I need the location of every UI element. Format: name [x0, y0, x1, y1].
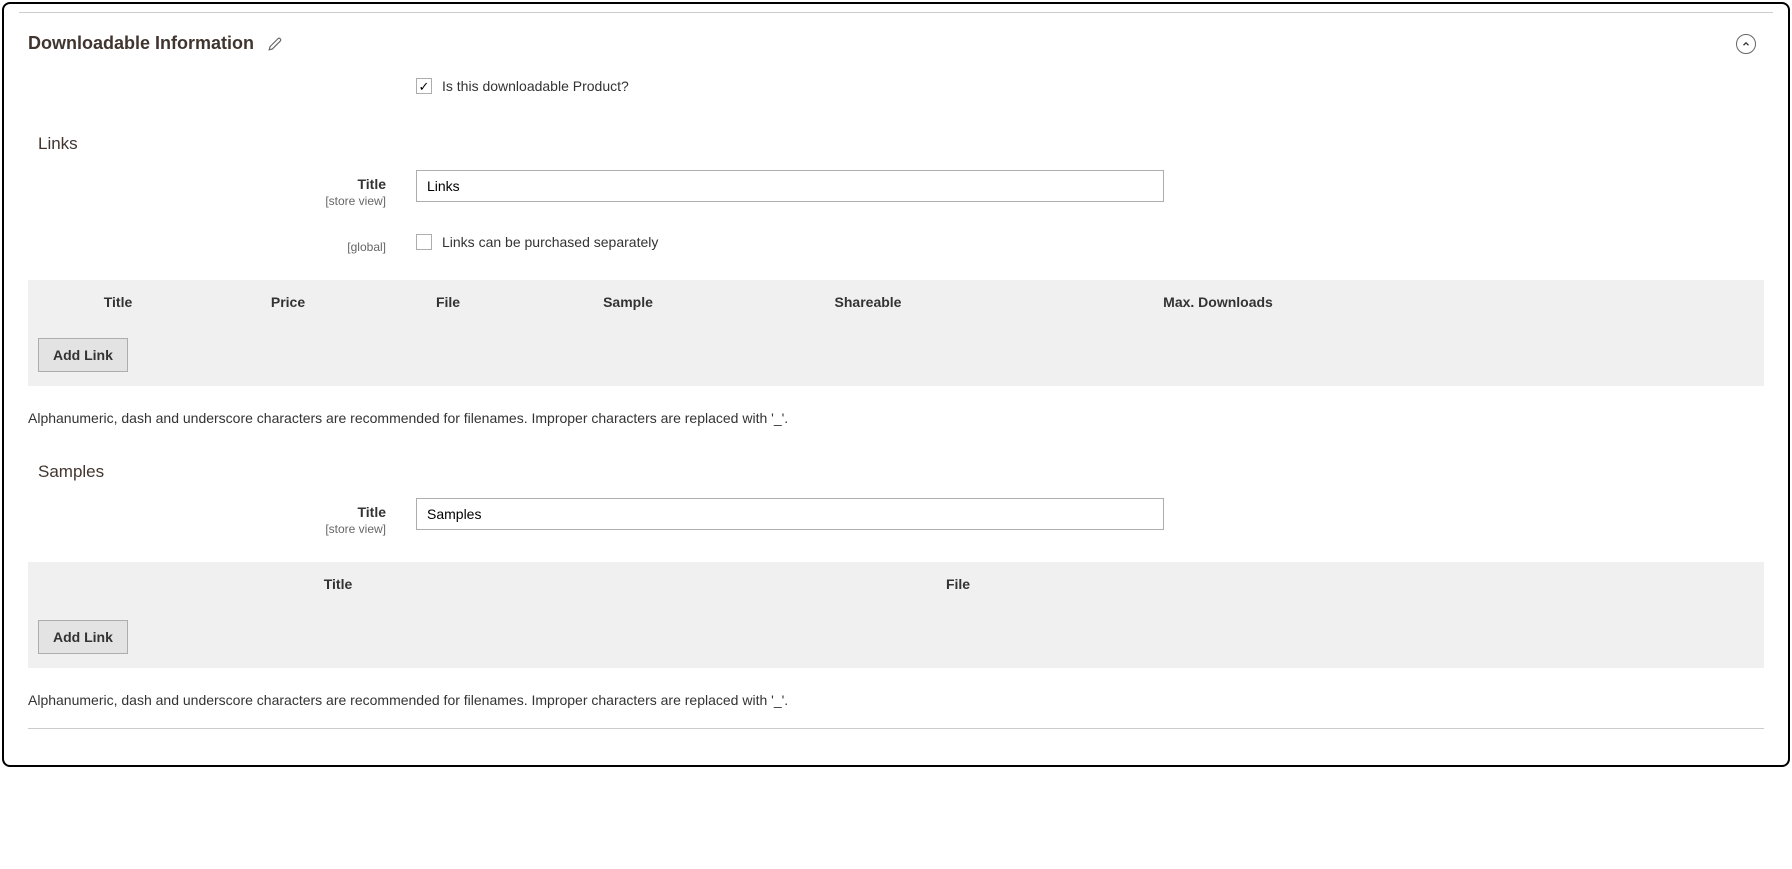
- add-sample-button[interactable]: Add Link: [38, 620, 128, 654]
- samples-table-body: Add Link: [28, 606, 1764, 668]
- links-col-sample: Sample: [528, 294, 728, 310]
- links-filename-note: Alphanumeric, dash and underscore charac…: [28, 410, 1764, 426]
- samples-title-input[interactable]: [416, 498, 1164, 530]
- links-title-scope: [store view]: [28, 194, 386, 208]
- samples-table: Title File Add Link: [28, 562, 1764, 668]
- edit-icon[interactable]: [268, 37, 282, 51]
- links-col-title: Title: [28, 294, 208, 310]
- collapse-toggle-button[interactable]: [1736, 34, 1756, 54]
- links-table-body: Add Link: [28, 324, 1764, 386]
- samples-title-scope: [store view]: [28, 522, 386, 536]
- links-title-input-col: [416, 170, 1164, 202]
- links-purchased-row: [global] Links can be purchased separate…: [28, 234, 1764, 254]
- samples-filename-note: Alphanumeric, dash and underscore charac…: [28, 692, 1764, 708]
- samples-col-title: Title: [28, 576, 648, 592]
- links-section-title: Links: [38, 134, 1764, 154]
- links-purchased-input-col: Links can be purchased separately: [416, 234, 1164, 250]
- samples-table-header: Title File: [28, 562, 1764, 606]
- samples-title-label-col: Title [store view]: [28, 498, 416, 536]
- links-table-header: Title Price File Sample Shareable Max. D…: [28, 280, 1764, 324]
- links-title-label-col: Title [store view]: [28, 170, 416, 208]
- links-col-max-downloads: Max. Downloads: [1008, 294, 1428, 310]
- samples-col-file: File: [648, 576, 1268, 592]
- links-purchased-scope-col: [global]: [28, 234, 416, 254]
- is-downloadable-label: Is this downloadable Product?: [442, 78, 629, 94]
- bottom-divider: [28, 728, 1764, 729]
- links-col-price: Price: [208, 294, 368, 310]
- links-purchased-scope: [global]: [28, 240, 386, 254]
- links-title-row: Title [store view]: [28, 170, 1764, 208]
- links-col-file: File: [368, 294, 528, 310]
- links-col-shareable: Shareable: [728, 294, 1008, 310]
- links-title-input[interactable]: [416, 170, 1164, 202]
- is-downloadable-checkbox[interactable]: [416, 78, 432, 94]
- links-table: Title Price File Sample Shareable Max. D…: [28, 280, 1764, 386]
- links-purchased-separately-checkbox[interactable]: [416, 234, 432, 250]
- add-link-button[interactable]: Add Link: [38, 338, 128, 372]
- section-title-wrap: Downloadable Information: [28, 33, 282, 54]
- is-downloadable-row: Is this downloadable Product?: [416, 78, 1764, 94]
- section-title: Downloadable Information: [28, 33, 254, 54]
- samples-title-label: Title: [28, 504, 386, 520]
- section-header: Downloadable Information: [4, 13, 1788, 78]
- samples-title-row: Title [store view]: [28, 498, 1764, 536]
- samples-section-title: Samples: [38, 462, 1764, 482]
- links-purchased-separately-label: Links can be purchased separately: [442, 234, 658, 250]
- links-title-label: Title: [28, 176, 386, 192]
- section-content: Is this downloadable Product? Links Titl…: [4, 78, 1788, 765]
- downloadable-info-panel: Downloadable Information Is this downloa…: [2, 2, 1790, 767]
- samples-title-input-col: [416, 498, 1164, 530]
